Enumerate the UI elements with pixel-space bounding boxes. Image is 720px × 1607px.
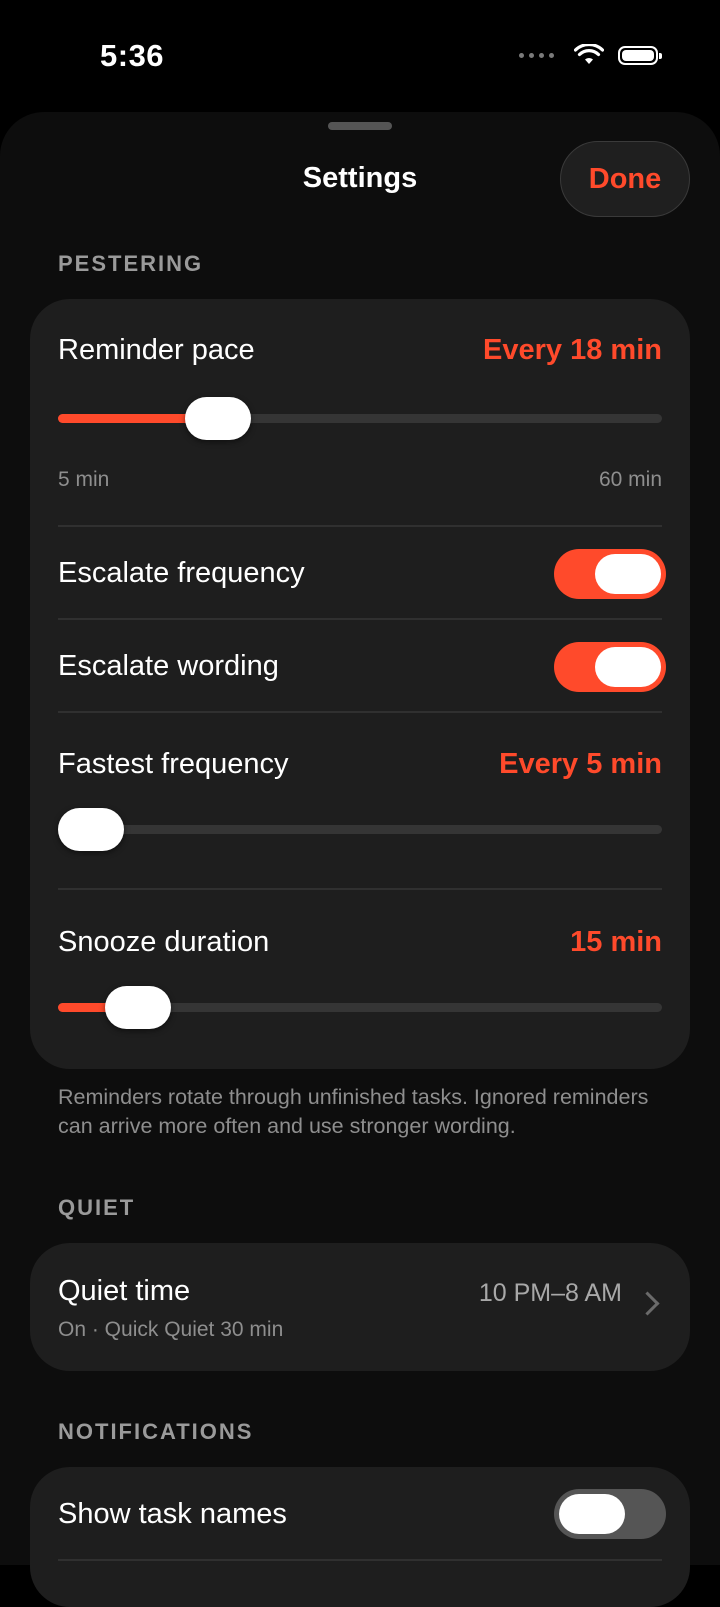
toggle-knob <box>595 554 661 594</box>
divider <box>58 618 662 620</box>
section-header-quiet: QUIET <box>58 1195 136 1220</box>
toggle-knob <box>559 1494 625 1534</box>
pestering-card: Reminder pace Every 18 min 5 min 60 min … <box>30 299 690 1069</box>
show-task-names-label: Show task names <box>58 1498 287 1530</box>
escalate-frequency-toggle[interactable] <box>554 549 666 599</box>
escalate-frequency-label: Escalate frequency <box>58 557 305 589</box>
battery-icon <box>618 45 662 65</box>
fastest-frequency-value: Every 5 min <box>499 748 662 780</box>
reminder-pace-value: Every 18 min <box>483 334 662 366</box>
slider-thumb[interactable] <box>105 986 171 1029</box>
quiet-time-row[interactable]: Quiet time On · Quick Quiet 30 min 10 PM… <box>30 1243 690 1371</box>
quiet-time-subtitle: On · Quick Quiet 30 min <box>58 1318 284 1341</box>
snooze-duration-slider[interactable] <box>58 986 662 1029</box>
quiet-time-value: 10 PM–8 AM <box>478 1279 622 1307</box>
slider-thumb[interactable] <box>58 808 124 851</box>
slider-max-label: 60 min <box>598 468 662 491</box>
status-time: 5:36 <box>100 38 165 73</box>
section-header-pestering: PESTERING <box>58 251 204 276</box>
slider-min-label: 5 min <box>58 468 110 491</box>
reminder-pace-label: Reminder pace <box>58 334 255 366</box>
fastest-frequency-label: Fastest frequency <box>58 748 289 780</box>
wifi-icon <box>574 44 604 64</box>
notifications-card: Show task names <box>30 1467 690 1607</box>
show-task-names-toggle[interactable] <box>554 1489 666 1539</box>
divider <box>58 1559 662 1561</box>
divider <box>58 888 662 890</box>
snooze-duration-label: Snooze duration <box>58 926 270 958</box>
done-button[interactable]: Done <box>560 141 690 217</box>
reminder-pace-slider[interactable] <box>58 397 662 440</box>
divider <box>58 711 662 713</box>
fastest-frequency-slider[interactable] <box>58 808 662 851</box>
divider <box>58 525 662 527</box>
signal-dots-icon <box>519 52 554 58</box>
status-icons <box>519 44 662 66</box>
snooze-duration-value: 15 min <box>570 926 662 958</box>
escalate-wording-toggle[interactable] <box>554 642 666 692</box>
section-header-notifications: NOTIFICATIONS <box>58 1419 254 1444</box>
quiet-time-label: Quiet time <box>58 1275 191 1307</box>
pestering-footnote: Reminders rotate through unfinished task… <box>58 1085 649 1138</box>
toggle-knob <box>595 647 661 687</box>
escalate-wording-label: Escalate wording <box>58 650 279 682</box>
slider-thumb[interactable] <box>185 397 251 440</box>
sheet-grabber[interactable] <box>328 122 392 130</box>
chevron-right-icon <box>635 1291 660 1316</box>
